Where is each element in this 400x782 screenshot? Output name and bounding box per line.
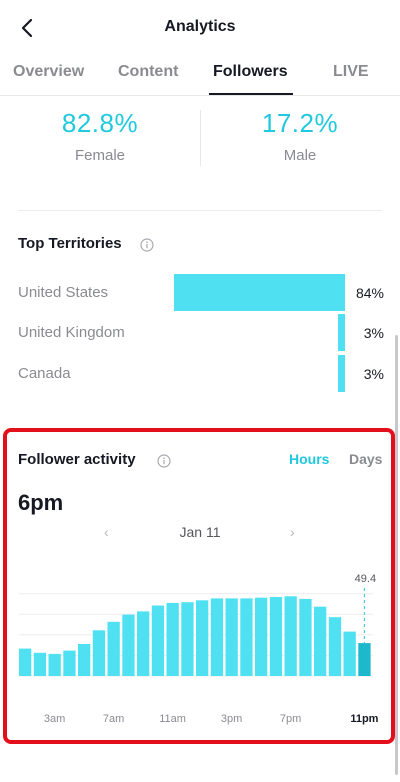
x-tick-label: 3am	[44, 713, 65, 725]
activity-bar[interactable]	[19, 648, 32, 676]
info-icon[interactable]	[140, 238, 154, 252]
female-percentage: 82.8%	[61, 108, 139, 138]
activity-bar[interactable]	[240, 598, 253, 676]
tab-live[interactable]: LIVE	[333, 63, 369, 81]
territory-name: United States	[18, 284, 109, 301]
activity-bar[interactable]	[63, 650, 76, 676]
page-title: Analytics	[164, 18, 236, 35]
activity-bar[interactable]	[269, 597, 283, 676]
chevron-right-icon[interactable]: ›	[290, 524, 295, 540]
territory-bar	[338, 355, 345, 392]
activity-bar[interactable]	[33, 652, 47, 676]
selected-bar[interactable]	[358, 643, 371, 676]
activity-bar[interactable]	[107, 621, 120, 676]
male-stat: 17.2% Male	[200, 108, 400, 164]
tab-bar: Overview Content Followers LIVE	[0, 56, 400, 96]
top-bar: Analytics	[0, 0, 400, 56]
date-label: Jan 11	[179, 524, 221, 540]
territory-row: United States 84%	[18, 274, 384, 312]
activity-bar[interactable]	[92, 630, 106, 676]
date-navigator: ‹ Jan 11 ›	[0, 524, 400, 544]
x-tick-label: 7am	[103, 713, 124, 725]
male-label: Male	[283, 147, 317, 164]
activity-bar[interactable]	[255, 597, 268, 676]
x-tick-label: 11pm	[350, 713, 378, 725]
activity-bar[interactable]	[210, 598, 224, 676]
activity-bar[interactable]	[137, 611, 150, 676]
activity-bar[interactable]	[196, 600, 209, 676]
territories-title: Top Territories	[18, 235, 122, 252]
activity-bar[interactable]	[48, 653, 61, 676]
territory-bar	[174, 274, 345, 311]
activity-bar[interactable]	[314, 606, 327, 676]
activity-bar[interactable]	[78, 644, 91, 676]
activity-bar[interactable]	[181, 602, 194, 676]
activity-bar[interactable]	[151, 605, 165, 677]
activity-bar[interactable]	[299, 598, 312, 676]
follower-activity-chart: 49.4 3am 7am 11am 3pm 7pm 11pm	[19, 573, 379, 725]
activity-bar[interactable]	[328, 617, 342, 676]
active-tab-indicator	[209, 93, 293, 95]
activity-bar[interactable]	[122, 614, 135, 676]
territory-row: Canada 3%	[18, 355, 384, 393]
selected-time: 6pm	[18, 490, 64, 515]
territory-percentage: 3%	[363, 325, 384, 341]
x-tick-label: 11am	[159, 713, 186, 725]
section-divider	[18, 210, 382, 211]
x-tick-label: 7pm	[280, 713, 301, 725]
activity-bar[interactable]	[284, 596, 297, 676]
activity-bar[interactable]	[343, 631, 356, 676]
tab-overview[interactable]: Overview	[13, 63, 84, 81]
x-tick-label: 3pm	[221, 713, 242, 725]
days-toggle[interactable]: Days	[349, 451, 382, 467]
tab-content[interactable]: Content	[118, 63, 178, 81]
activity-bar[interactable]	[225, 598, 238, 676]
territory-row: United Kingdom 3%	[18, 314, 384, 352]
female-stat: 82.8% Female	[0, 108, 200, 164]
info-icon[interactable]	[157, 454, 171, 468]
territory-percentage: 3%	[363, 366, 384, 382]
territory-name: Canada	[18, 365, 71, 382]
male-percentage: 17.2%	[261, 108, 339, 138]
activity-title: Follower activity	[18, 451, 136, 468]
territory-name: United Kingdom	[18, 324, 125, 341]
female-label: Female	[74, 147, 126, 164]
hours-toggle[interactable]: Hours	[289, 451, 329, 467]
tab-followers[interactable]: Followers	[213, 63, 288, 81]
selected-value-label: 49.4	[355, 573, 376, 585]
territory-percentage: 84%	[355, 285, 384, 301]
activity-bar[interactable]	[166, 602, 179, 676]
territory-bar	[338, 314, 345, 351]
